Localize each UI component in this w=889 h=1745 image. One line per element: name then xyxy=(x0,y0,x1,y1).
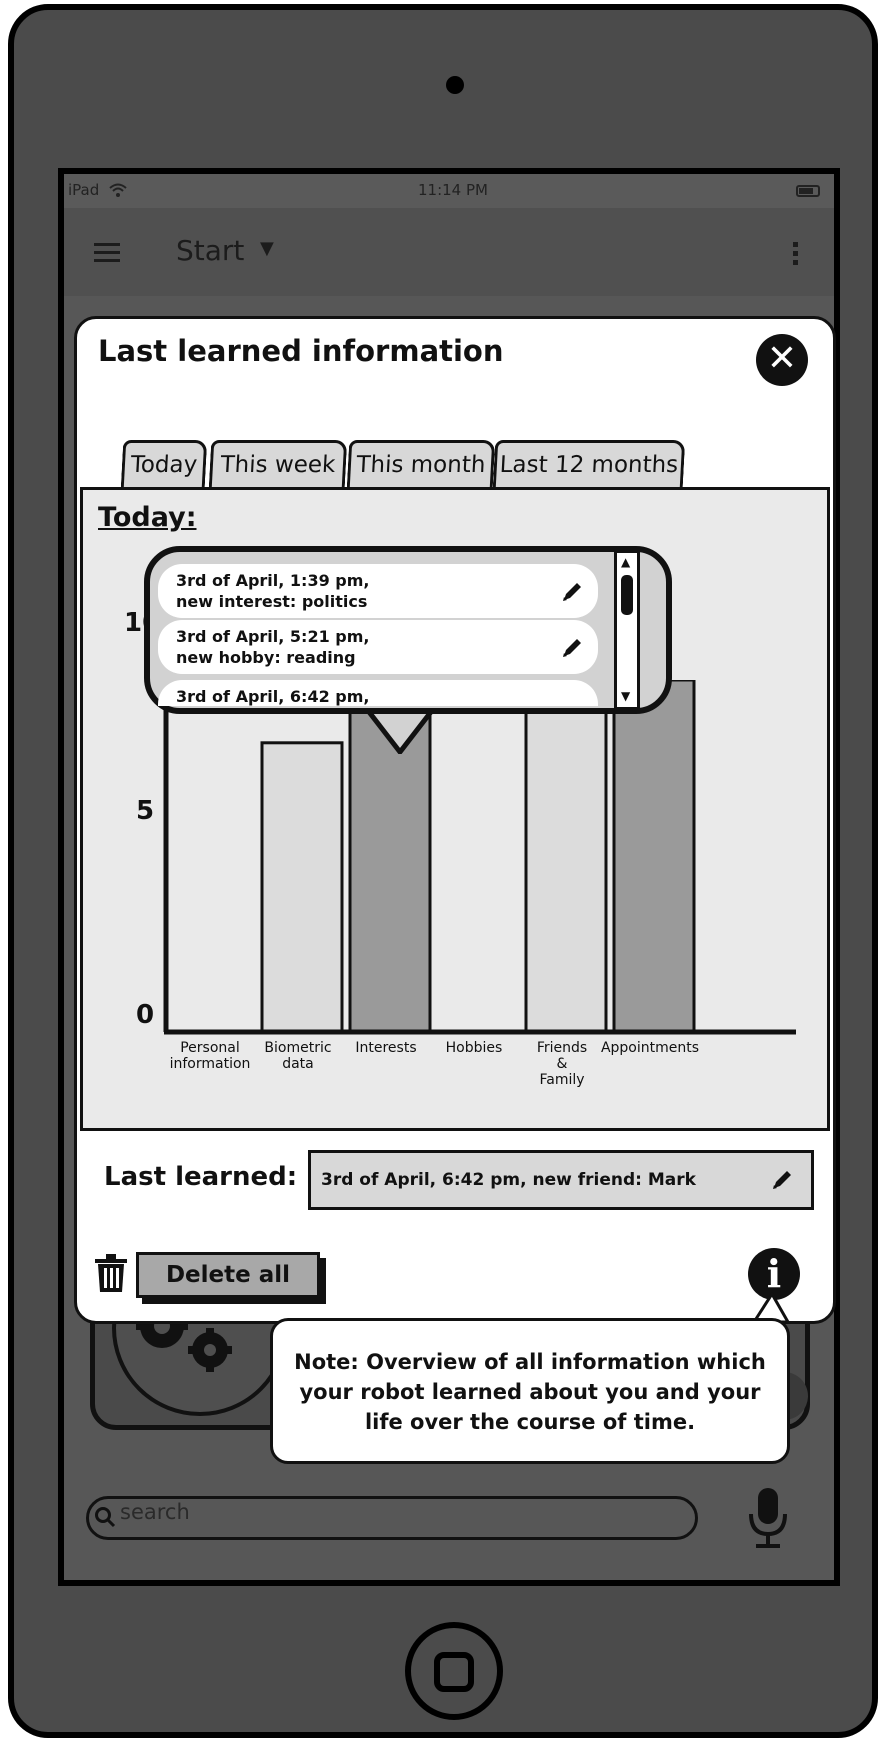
search-placeholder: search xyxy=(120,1500,190,1524)
x-tick-label-line: information xyxy=(169,1056,251,1072)
x-tick-label: Personal information xyxy=(160,1040,260,1072)
scroll-up-arrow-icon[interactable]: ▲ xyxy=(621,555,630,569)
entry-date: 3rd of April, 5:21 pm, xyxy=(176,627,370,646)
device-label: iPad xyxy=(68,181,100,199)
x-tick-label-line: Hobbies xyxy=(445,1040,503,1056)
bar-biometric-data[interactable] xyxy=(260,741,344,1034)
status-time: 11:14 PM xyxy=(418,181,488,199)
panel-title: Today: xyxy=(98,502,197,533)
chevron-down-icon[interactable]: ▼ xyxy=(260,238,274,259)
battery-icon xyxy=(796,185,820,197)
wifi-icon xyxy=(109,183,127,197)
camera-dot xyxy=(446,76,464,94)
x-tick-label: Friends & Family xyxy=(512,1040,612,1088)
pencil-icon[interactable] xyxy=(770,1168,794,1192)
x-tick-label-line: Family xyxy=(539,1072,585,1088)
x-tick-label-line: Personal xyxy=(180,1040,240,1056)
scroll-down-arrow-icon[interactable]: ▼ xyxy=(621,689,630,703)
bar-friends-family[interactable] xyxy=(524,680,608,1034)
pencil-icon[interactable] xyxy=(560,580,584,604)
trash-icon[interactable] xyxy=(94,1254,128,1294)
last-learned-label: Last learned: xyxy=(104,1162,298,1192)
x-tick-label: Biometric data xyxy=(248,1040,348,1072)
nav-bar: Start ▼ xyxy=(64,208,834,296)
x-tick-label: Hobbies xyxy=(424,1040,524,1056)
bar-chart xyxy=(163,680,796,1035)
entry-date: 3rd of April, 6:42 pm, xyxy=(176,687,370,706)
list-item[interactable]: 3rd of April, 6:42 pm, xyxy=(158,680,598,706)
entry-text: new interest: politics xyxy=(176,592,368,611)
list-item[interactable]: 3rd of April, 5:21 pm, new hobby: readin… xyxy=(158,620,598,674)
bar-appointments[interactable] xyxy=(612,680,696,1034)
hamburger-icon[interactable] xyxy=(94,238,120,267)
x-tick-label-line: Biometric xyxy=(264,1040,332,1056)
more-vertical-icon[interactable] xyxy=(793,242,798,265)
tab-this-month[interactable]: This month xyxy=(346,440,496,488)
tab-today[interactable]: Today xyxy=(120,440,208,488)
x-tick-label-line: data xyxy=(282,1056,314,1072)
entry-text: new hobby: reading xyxy=(176,648,356,667)
x-tick-label-line: & xyxy=(556,1056,568,1072)
status-bar: iPad 11:14 PM xyxy=(64,174,834,208)
x-tick-label-line: Interests xyxy=(355,1040,417,1056)
popover-scrollbar[interactable]: ▲ ▼ xyxy=(614,550,640,710)
note-callout: Note: Overview of all information which … xyxy=(270,1318,790,1464)
x-tick-label-line: Appointments xyxy=(600,1040,700,1056)
x-tick-label-line: Friends xyxy=(536,1040,588,1056)
x-tick-label: Appointments xyxy=(600,1040,700,1056)
x-tick-label: Interests xyxy=(336,1040,436,1056)
popover-pointer xyxy=(366,708,436,754)
dialog-title: Last learned information xyxy=(98,334,504,368)
note-line: Note: Overview of all information which xyxy=(294,1350,766,1374)
last-learned-field[interactable]: 3rd of April, 6:42 pm, new friend: Mark xyxy=(308,1150,814,1210)
scroll-thumb[interactable] xyxy=(621,575,633,615)
entry-date: 3rd of April, 1:39 pm, xyxy=(176,571,370,590)
note-line: your robot learned about you and your xyxy=(299,1380,761,1404)
nav-title[interactable]: Start xyxy=(176,234,244,267)
close-icon[interactable]: ✕ xyxy=(756,334,808,386)
tab-last-12-months[interactable]: Last 12 months xyxy=(492,440,686,488)
note-line: life over the course of time. xyxy=(364,1410,696,1434)
tab-this-week[interactable]: This week xyxy=(208,440,348,488)
delete-all-button[interactable]: Delete all xyxy=(136,1252,320,1298)
home-button-square xyxy=(434,1652,474,1692)
pencil-icon[interactable] xyxy=(560,636,584,660)
last-learned-value: 3rd of April, 6:42 pm, new friend: Mark xyxy=(321,1170,696,1190)
search-icon xyxy=(95,1507,116,1528)
microphone-icon[interactable] xyxy=(746,1486,790,1550)
list-item[interactable]: 3rd of April, 1:39 pm, new interest: pol… xyxy=(158,564,598,618)
